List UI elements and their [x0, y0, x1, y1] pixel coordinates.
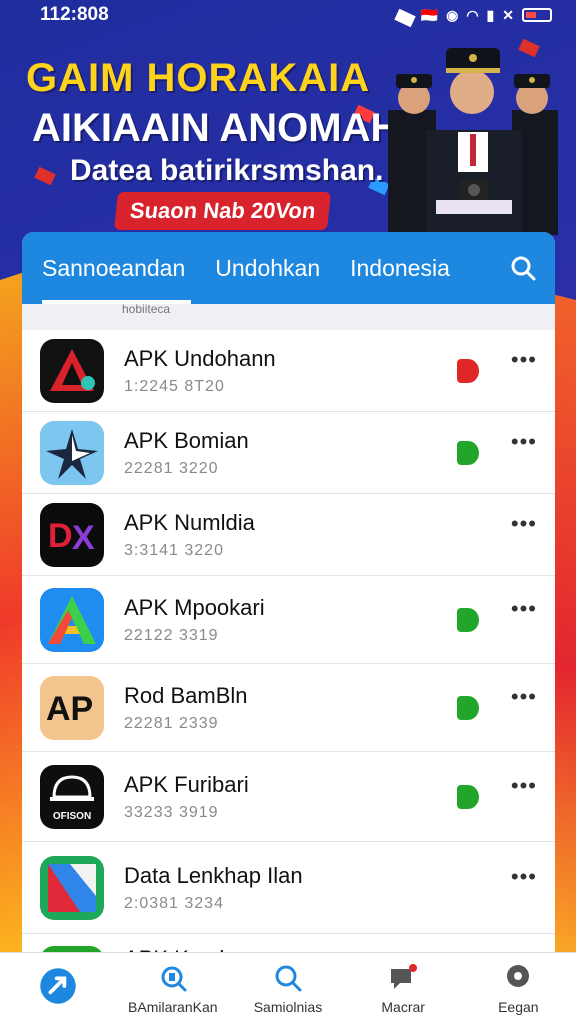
svg-text:AP: AP: [46, 690, 93, 728]
app-meta: 2:0381 3234: [124, 894, 224, 912]
bottom-navigation: BAmilaranKan Samiolnias Macrar Eegan: [0, 952, 576, 1024]
status-time: 112:808: [40, 4, 109, 25]
app-meta: 22281 3220: [124, 459, 219, 477]
game-logo-icon: [40, 338, 104, 403]
status-badge: [456, 440, 479, 465]
app-meta: 33233 3919: [124, 803, 219, 821]
list-item[interactable]: Data Lenkhap Ilan 2:0381 3234 •••: [22, 842, 555, 934]
status-badge: [456, 607, 479, 632]
nav-label: BAmilaranKan: [128, 998, 218, 1015]
signal-icon: ▮: [486, 6, 495, 23]
app-name: APK Numldia: [124, 509, 255, 535]
search-doc-icon: [161, 966, 187, 991]
confetti-icon: [34, 166, 56, 186]
status-icons: 🇮🇩 ◉ ◠ ▮ ✕: [421, 7, 552, 24]
app-list-card: Sannoeandan Undohkan Indonesia hobiiteca…: [22, 232, 555, 972]
svg-text:OFISON: OFISON: [53, 811, 91, 822]
battery-icon: [522, 8, 552, 22]
tab-bar: Sannoeandan Undohkan Indonesia: [22, 232, 555, 304]
hero-title-line2: AIKIAAIN ANOMAH: [32, 106, 400, 150]
officers-illustration: [388, 48, 558, 235]
nav-label: Eegan: [498, 998, 539, 1015]
more-options-icon[interactable]: •••: [511, 684, 537, 710]
hero-title-line1: GAIM HORAKAIA: [26, 56, 371, 100]
home-icon: [39, 967, 76, 1004]
alarm-icon: ◉: [446, 6, 459, 23]
nav-location[interactable]: Eegan: [463, 963, 573, 1015]
nav-explore[interactable]: BAmilaranKan: [118, 963, 228, 1015]
list-item[interactable]: AP Rod BamBln 22281 2339 •••: [22, 664, 555, 752]
list-item-text: Rod BamBln 22281 2339: [124, 683, 457, 733]
nav-search[interactable]: Samiolnias: [233, 963, 343, 1015]
hat-logo-icon: OFISON: [40, 764, 104, 829]
a-logo-icon: [40, 587, 104, 652]
list-item-text: APK Undohann 1:2245 8T20: [124, 346, 457, 396]
more-options-icon[interactable]: •••: [511, 596, 537, 622]
hero-badge[interactable]: Suaon Nab 20Von: [114, 192, 332, 230]
list-item-text: APK Furibari 33233 3919: [124, 772, 457, 822]
app-meta: 1:2245 8T20: [124, 377, 225, 395]
hero-subtitle: Datea batirikrsmshan.: [70, 154, 384, 187]
more-options-icon[interactable]: •••: [511, 864, 537, 890]
flag-icon: 🇮🇩: [420, 6, 439, 23]
more-options-icon[interactable]: •••: [511, 773, 537, 799]
list-item[interactable]: APK Bomian 22281 3220 •••: [22, 412, 555, 494]
app-name: Data Lenkhap Ilan: [124, 862, 303, 888]
list-subheader: hobiiteca: [22, 303, 555, 330]
list-item[interactable]: D X APK Numldia 3:3141 3220 •••: [22, 494, 555, 576]
list-item[interactable]: APK Undohann 1:2245 8T20 •••: [22, 330, 555, 412]
ap-logo-icon: AP: [40, 675, 104, 740]
svg-text:D: D: [48, 517, 73, 555]
app-name: Rod BamBln: [124, 682, 248, 708]
svg-text:X: X: [72, 519, 95, 557]
more-options-icon[interactable]: •••: [511, 511, 537, 537]
hero-banner[interactable]: GAIM HORAKAIA AIKIAAIN ANOMAH Datea bati…: [0, 8, 576, 240]
status-badge: [456, 695, 479, 720]
list-item[interactable]: OFISON APK Furibari 33233 3919 •••: [22, 752, 555, 842]
search-icon: [275, 965, 302, 991]
location-icon: [507, 964, 530, 987]
star-blade-icon: [40, 420, 104, 485]
search-icon[interactable]: [509, 254, 537, 282]
status-bar: 112:808 🇮🇩 ◉ ◠ ▮ ✕: [0, 0, 576, 30]
nav-messages[interactable]: Macrar: [348, 963, 458, 1015]
app-name: APK Furibari: [124, 771, 249, 797]
list-item[interactable]: APK Mpookari 22122 3319 •••: [22, 576, 555, 664]
close-icon: ✕: [502, 6, 514, 23]
status-badge: [456, 358, 479, 383]
app-list: APK Undohann 1:2245 8T20 ••• APK Bomian …: [22, 330, 555, 972]
nav-label: Samiolnias: [253, 998, 323, 1015]
app-meta: 22122 3319: [124, 626, 219, 644]
more-options-icon[interactable]: •••: [511, 429, 537, 455]
app-name: APK Bomian: [124, 427, 249, 453]
list-item-text: Data Lenkhap Ilan 2:0381 3234: [124, 863, 511, 913]
wifi-icon: ◠: [466, 6, 479, 23]
list-item-text: APK Bomian 22281 3220: [124, 428, 457, 478]
list-item-text: APK Numldia 3:3141 3220: [124, 510, 511, 560]
tab-indonesia[interactable]: Indonesia: [350, 255, 450, 282]
dx-logo-icon: D X: [40, 502, 104, 567]
tab-undohkan[interactable]: Undohkan: [215, 255, 320, 282]
map-logo-icon: [40, 855, 104, 920]
nav-home[interactable]: [3, 967, 113, 1011]
status-badge: [456, 784, 479, 809]
app-name: APK Mpookari: [124, 594, 265, 620]
app-meta: 3:3141 3220: [124, 541, 224, 559]
app-name: APK Undohann: [124, 345, 276, 371]
app-meta: 22281 2339: [124, 714, 219, 732]
list-item-text: APK Mpookari 22122 3319: [124, 595, 457, 645]
nav-label: Macrar: [381, 998, 425, 1015]
tab-sannoeandan[interactable]: Sannoeandan: [42, 255, 192, 304]
more-options-icon[interactable]: •••: [511, 347, 537, 373]
chat-icon: [391, 963, 418, 989]
